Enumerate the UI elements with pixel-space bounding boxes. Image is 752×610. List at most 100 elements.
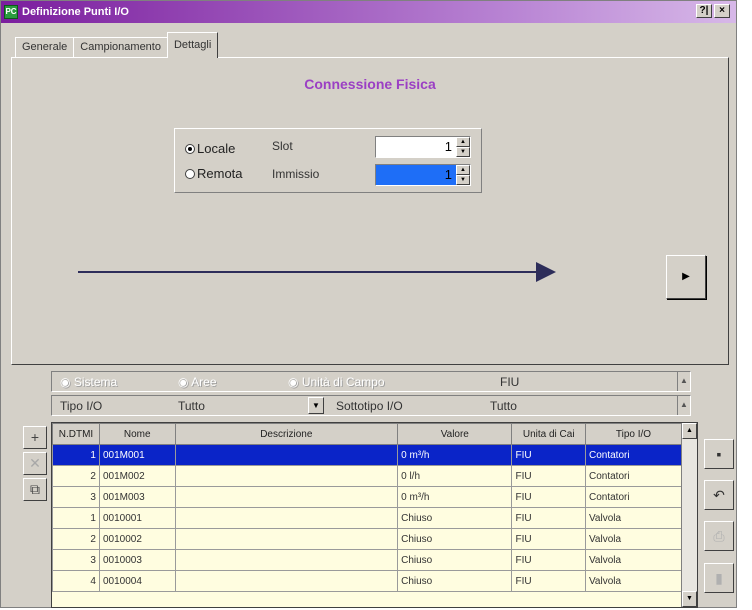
- cell-nome[interactable]: 0010004: [98, 570, 176, 592]
- cell-unita[interactable]: FIU: [511, 507, 586, 529]
- radio-remota-label: Remota: [197, 166, 243, 181]
- cell-unita[interactable]: FIU: [511, 570, 586, 592]
- cell-unita[interactable]: FIU: [511, 465, 586, 487]
- cell-n[interactable]: 1: [52, 507, 100, 529]
- immissio-spinner[interactable]: 1 ▲ ▼: [375, 164, 471, 186]
- close-button[interactable]: ×: [714, 4, 730, 18]
- slot-value[interactable]: 1: [376, 137, 456, 157]
- col-ndtmi[interactable]: N.DTMI: [52, 423, 100, 445]
- cell-nome[interactable]: 0010003: [98, 549, 176, 571]
- cell-nome[interactable]: 001M001: [98, 444, 176, 466]
- save-button[interactable]: ▪: [704, 439, 734, 469]
- tipo-value[interactable]: Tutto: [178, 399, 205, 413]
- delete-row-button[interactable]: ✕: [23, 452, 47, 475]
- undo-icon: ↶: [713, 487, 725, 503]
- sottotipo-value[interactable]: Tutto: [490, 399, 517, 413]
- folder-icon: ⧉: [30, 481, 40, 497]
- open-button[interactable]: ⧉: [23, 478, 47, 501]
- cell-unita[interactable]: FIU: [511, 486, 586, 508]
- annotation-arrow-head: [536, 262, 556, 282]
- cell-n[interactable]: 3: [52, 549, 100, 571]
- spin-down-icon[interactable]: ▼: [456, 175, 470, 185]
- table-row[interactable]: 2 001M002 0 l/h FIU Contatori: [52, 465, 683, 487]
- tab-campionamento[interactable]: Campionamento: [73, 37, 168, 58]
- spin-up-icon[interactable]: ▲: [456, 165, 470, 175]
- table-row[interactable]: 1 0010001 Chiuso FIU Valvola: [52, 507, 683, 529]
- spin-down-icon[interactable]: ▼: [456, 147, 470, 157]
- cell-tipo[interactable]: Valvola: [584, 549, 683, 571]
- col-nome[interactable]: Nome: [98, 423, 176, 445]
- scope-dropdown-icon[interactable]: ▲: [677, 372, 690, 391]
- scope-aree[interactable]: ◉ Aree: [178, 375, 217, 389]
- cell-descrizione[interactable]: [174, 444, 399, 466]
- help-button[interactable]: ?|: [696, 4, 712, 18]
- cell-n[interactable]: 4: [52, 570, 100, 592]
- col-tipo[interactable]: Tipo I/O: [584, 423, 683, 445]
- scope-sistema[interactable]: ◉ Sistema: [60, 375, 117, 389]
- tab-dettagli[interactable]: Dettagli: [166, 32, 219, 58]
- cell-valore[interactable]: 0 m³/h: [397, 444, 513, 466]
- cell-nome[interactable]: 001M003: [98, 486, 176, 508]
- next-button[interactable]: ▶: [666, 255, 706, 299]
- cell-nome[interactable]: 0010002: [98, 528, 176, 550]
- exit-button[interactable]: ▮: [704, 563, 734, 593]
- cell-tipo[interactable]: Valvola: [584, 528, 683, 550]
- cell-tipo[interactable]: Valvola: [584, 507, 683, 529]
- add-row-button[interactable]: +: [23, 426, 47, 449]
- cell-unita[interactable]: FIU: [511, 549, 586, 571]
- slot-spinner[interactable]: 1 ▲ ▼: [375, 136, 471, 158]
- plus-icon: +: [30, 429, 40, 445]
- cell-unita[interactable]: FIU: [511, 444, 586, 466]
- io-points-window: PC Definizione Punti I/O ?| × Generale C…: [0, 0, 737, 608]
- cell-tipo[interactable]: Contatori: [584, 486, 683, 508]
- cell-valore[interactable]: Chiuso: [397, 570, 513, 592]
- tab-generale[interactable]: Generale: [15, 37, 75, 58]
- cell-valore[interactable]: Chiuso: [397, 549, 513, 571]
- table-row[interactable]: 4 0010004 Chiuso FIU Valvola: [52, 570, 683, 592]
- sottotipo-dropdown-icon[interactable]: ▲: [677, 396, 690, 415]
- tipo-dropdown-icon[interactable]: ▼: [308, 397, 324, 414]
- spin-up-icon[interactable]: ▲: [456, 137, 470, 147]
- cell-unita[interactable]: FIU: [511, 528, 586, 550]
- table-row[interactable]: 2 0010002 Chiuso FIU Valvola: [52, 528, 683, 550]
- scope-unita[interactable]: ◉ Unità di Campo: [288, 375, 385, 389]
- cell-valore[interactable]: 0 l/h: [397, 465, 513, 487]
- cell-valore[interactable]: 0 m³/h: [397, 486, 513, 508]
- cell-tipo[interactable]: Contatori: [584, 465, 683, 487]
- cell-descrizione[interactable]: [174, 507, 399, 529]
- table-row[interactable]: 3 0010003 Chiuso FIU Valvola: [52, 549, 683, 571]
- radio-remota[interactable]: Remota: [185, 166, 243, 181]
- scope-filter-row: ◉ Sistema ◉ Aree ◉ Unità di Campo FIU ▲: [51, 371, 691, 392]
- cell-descrizione[interactable]: [174, 570, 399, 592]
- cell-n[interactable]: 3: [52, 486, 100, 508]
- table-row[interactable]: 1 001M001 0 m³/h FIU Contatori: [52, 444, 683, 466]
- cell-n[interactable]: 2: [52, 528, 100, 550]
- col-descrizione[interactable]: Descrizione: [174, 423, 399, 445]
- table-row[interactable]: 3 001M003 0 m³/h FIU Contatori: [52, 486, 683, 508]
- col-valore[interactable]: Valore: [397, 423, 513, 445]
- immissio-value[interactable]: 1: [376, 165, 456, 185]
- print-button[interactable]: ⎙: [704, 521, 734, 551]
- cell-valore[interactable]: Chiuso: [397, 528, 513, 550]
- cell-nome[interactable]: 0010001: [98, 507, 176, 529]
- cell-tipo[interactable]: Contatori: [584, 444, 683, 466]
- cell-n[interactable]: 2: [52, 465, 100, 487]
- cell-n[interactable]: 1: [52, 444, 100, 466]
- cell-valore[interactable]: Chiuso: [397, 507, 513, 529]
- cell-nome[interactable]: 001M002: [98, 465, 176, 487]
- scroll-up-icon[interactable]: ▲: [682, 423, 697, 439]
- cell-tipo[interactable]: Valvola: [584, 570, 683, 592]
- radio-locale-indicator[interactable]: [185, 143, 195, 154]
- col-unita[interactable]: Unita di Cai: [511, 423, 586, 445]
- cell-descrizione[interactable]: [174, 465, 399, 487]
- grid-vertical-scrollbar[interactable]: ▲ ▼: [681, 423, 697, 607]
- title-bar: PC Definizione Punti I/O ?| ×: [1, 1, 736, 23]
- io-points-grid: N.DTMI Nome Descrizione Valore Unita di …: [51, 422, 698, 608]
- cell-descrizione[interactable]: [174, 486, 399, 508]
- scroll-down-icon[interactable]: ▼: [682, 591, 697, 607]
- undo-button[interactable]: ↶: [704, 480, 734, 510]
- cell-descrizione[interactable]: [174, 549, 399, 571]
- radio-locale[interactable]: Locale: [185, 141, 235, 156]
- radio-remota-indicator[interactable]: [185, 168, 195, 179]
- cell-descrizione[interactable]: [174, 528, 399, 550]
